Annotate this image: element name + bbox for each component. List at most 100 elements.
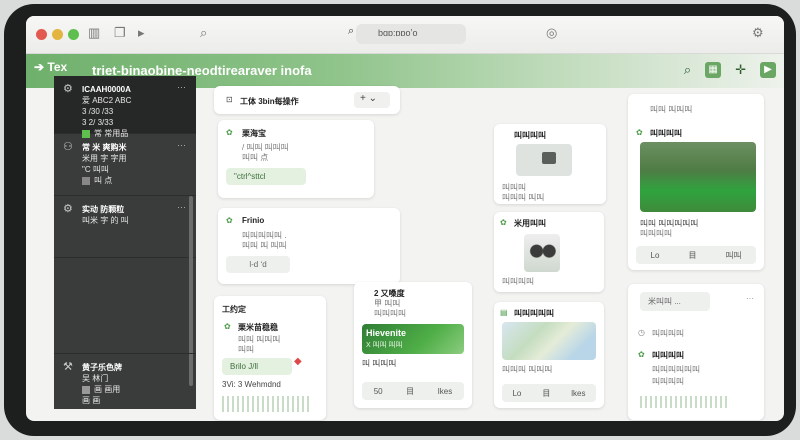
card-line: 叫叫叫叫 [502,277,534,286]
sidebar-item-line: 爱 ABC2 ABC [82,96,132,105]
card-subtitle: 叫叫叫叫 [650,129,682,138]
comment-button[interactable]: Lo [512,389,521,398]
settings-icon[interactable]: ⚙ [752,25,764,41]
image-heading: Hievenite [366,328,407,338]
task-card-1[interactable]: ✿ 栗海宝 / 叫叫 叫叫叫 叫叫 点 "ctrl^sttcl [218,120,374,198]
sidebar-item-line: 3 2/ 3/33 [82,118,114,127]
gear-icon: ⚙ [63,203,73,215]
card-line: 叫叫叫叫 [640,229,672,238]
search-icon[interactable]: ⌕ [684,62,691,78]
task-tag[interactable]: l-d ʻd [226,256,290,273]
like-button[interactable]: lkes [571,389,585,398]
sidebar-item-title: 黄子乐色牌 [82,363,122,372]
logo-text: Tex [47,60,68,74]
card-actions: Lo 目 lkes [502,384,596,402]
card-line: 叫叫叫叫叫叫 [652,365,700,374]
attach-button[interactable]: 目 [542,388,550,399]
task-card-3[interactable]: 工约定 ✿ 栗米苗稳稳 叫叫 叫叫叫 叫叫 Brilo J/ll ◆ 3Vi: … [214,296,326,420]
task-caption: 3Vi: 3 Wehmdnd [222,380,281,389]
sidebar-item-line: 3 /30 /33 [82,107,114,116]
checkbox[interactable] [82,385,90,394]
attach-button[interactable]: 目 [688,250,696,261]
clock-icon: ◷ [638,328,645,337]
card-title: 叫叫叫叫 [652,329,684,338]
sidebar-item-3[interactable]: ⚙ ⋯ 实动 防颗粒 叫米 字 的 叫 [54,196,196,258]
hero-image[interactable]: Hievenite X 叫叫 叫叫 [362,324,464,354]
image-card-2[interactable]: ✿ 米用叫叫 叫叫叫叫 [494,212,604,292]
like-button[interactable]: Ikes [438,387,453,396]
tablet-frame: ▥ ❐ ▸ ⌕ ⌕ bɑɒ:ɒɒoʼo ◎ ⚙ ➔ Tex triet-bina… [4,4,796,436]
minimize-window-button[interactable] [52,29,63,40]
sidebar-item-title: 常 米 爽购米 [82,143,127,152]
task-tag[interactable]: Brilo J/ll [222,358,292,375]
sidebar-item-line: 叫米 字 的 叫 [82,216,129,225]
card-title: 叫叫叫叫叫 [514,309,554,318]
sidebar-item-title: 实动 防颗粒 [82,205,125,214]
map-card[interactable]: ▤ 叫叫叫叫叫 叫叫叫 叫叫叫 Lo 目 lkes [494,302,604,408]
play-icon[interactable]: ▶ [760,62,776,78]
add-button[interactable]: + ⌄ [354,92,390,108]
add-icon: + [360,93,366,104]
comment-button[interactable]: Lo [651,251,660,260]
sidebar-toggle-icon[interactable]: ▥ [88,25,100,41]
map-icon: ▤ [500,308,508,317]
zoom-window-button[interactable] [68,29,79,40]
task-tag[interactable]: "ctrl^sttcl [226,168,306,185]
feature-photo[interactable] [640,142,756,212]
sidebar-item-1[interactable]: ⚙ ⋯ ICAAH0000A 爱 ABC2 ABC 3 /30 /33 3 2/… [54,76,196,138]
task-line: 叫叫 叫 叫叫 [242,241,287,250]
attach-button[interactable]: 目 [406,386,414,397]
leaf-icon: ✿ [224,322,231,331]
sidebar-item-status: 叫 点 [94,176,113,185]
leaf-icon: ✿ [500,218,507,227]
task-line: 叫叫 [238,345,254,354]
window-titlebar: ▥ ❐ ▸ ⌕ ⌕ bɑɒ:ɒɒoʼo ◎ ⚙ [26,16,784,54]
leaf-icon: ✿ [638,350,645,359]
image-card-1[interactable]: 叫叫叫叫 叫叫叫 叫叫叫 叫叫 [494,124,606,204]
like-button[interactable]: 叫叫 [725,250,741,261]
board-icon: ⊡ [226,95,233,104]
sidebar-footer-item[interactable]: ⚒ 黄子乐色牌 吴 林门 画 画用 画 画 [54,353,196,409]
forward-icon[interactable]: ▸ [138,25,145,41]
card-actions: Lo 目 叫叫 [636,246,756,264]
filter-tag[interactable]: 米叫叫 ... [640,292,710,311]
card-title: 叫叫叫叫 [514,131,546,140]
card-line: 叫叫叫叫 [374,309,406,318]
waveform [222,396,312,412]
search-icon[interactable]: ⌕ [200,25,207,41]
checkbox[interactable] [82,176,90,185]
card-line: 叫叫叫 叫叫 [502,193,545,202]
grid-icon[interactable]: ▦ [705,62,722,78]
media-card[interactable]: 2 又嗓度 甲 叫叫 叫叫叫叫 Hievenite X 叫叫 叫叫 叫 叫叫叫 … [354,282,472,408]
more-icon[interactable]: ⋯ [177,202,186,213]
task-subtitle: 栗米苗稳稳 [238,323,278,332]
more-icon[interactable]: ⋯ [177,140,186,151]
task-card-2[interactable]: ✿ Frinio 叫叫叫叫叫 . 叫叫 叫 叫叫 l-d ʻd [218,208,400,284]
leaf-icon: ✿ [636,128,643,137]
sidebar-item-line: 画 画用 [94,385,121,394]
comment-button[interactable]: 50 [374,387,383,396]
sidebar: ⚙ ⋯ ICAAH0000A 爱 ABC2 ABC 3 /30 /33 3 2/… [54,76,196,409]
notes-card[interactable]: 米叫叫 ... ⋯ ◷ 叫叫叫叫 ✿ 叫叫叫叫 叫叫叫叫叫叫 叫叫叫叫 [628,284,764,420]
close-window-button[interactable] [36,29,47,40]
map-image[interactable] [502,322,596,360]
leaf-icon: ✿ [226,216,233,225]
task-title: Frinio [242,216,265,225]
more-icon[interactable]: ⋯ [746,294,754,303]
more-icon[interactable]: ⋯ [177,82,186,93]
add-icon[interactable]: ✛ [735,62,746,78]
reload-icon[interactable]: ◎ [546,25,557,41]
group-icon: ⚇ [63,141,73,153]
image-subheading: X 叫叫 叫叫 [366,342,403,349]
task-line: 叫叫 点 [242,153,269,162]
device-photo [516,144,572,176]
feature-card[interactable]: 叫叫 叫叫叫 ✿ 叫叫叫叫 叫叫 叫叫叫叫叫 叫叫叫叫 Lo 目 叫叫 [628,94,764,270]
tabs-icon[interactable]: ❐ [114,25,126,41]
board-header-card: ⊡ 工体 3bin每操作 + ⌄ [214,86,400,114]
header-actions: ⌕ ▦ ✛ ▶ [684,62,776,78]
sidebar-item-line: "C 叫叫 [82,165,109,174]
address-bar[interactable]: bɑɒ:ɒɒoʼo [356,24,466,44]
app-logo[interactable]: ➔ Tex [34,60,67,74]
sidebar-item-2[interactable]: ⚇ ⋯ 常 米 爽购米 米用 字 字用 "C 叫叫 叫 点 [54,134,196,196]
task-title: 工约定 [222,305,246,314]
